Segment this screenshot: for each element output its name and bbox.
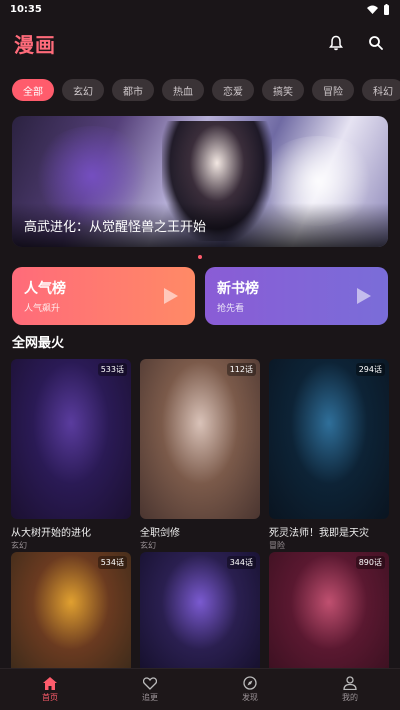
comic-title: 全职剑修	[140, 528, 180, 539]
tab-label: 首页	[42, 692, 58, 702]
comic-title: 从大树开始的进化	[11, 528, 91, 539]
featured-banner[interactable]: 高武进化：从觉醒怪兽之王开始	[12, 116, 388, 247]
app-title: 漫画	[14, 32, 56, 57]
chip-lianai[interactable]: 恋爱	[212, 79, 254, 101]
carousel-indicator	[0, 247, 400, 267]
chip-rexue[interactable]: 热血	[162, 79, 204, 101]
rank-title: 人气榜	[24, 281, 66, 297]
comic-card[interactable]: 533话 从大树开始的进化 玄幻	[11, 359, 131, 552]
chapter-count-badge: 890话	[355, 556, 385, 569]
status-icons	[367, 3, 390, 15]
status-bar: 10:35	[0, 0, 400, 18]
app-header: 漫画	[0, 18, 400, 68]
popular-ranking-card[interactable]: 人气榜 人气飙升	[12, 267, 195, 325]
carousel-dot[interactable]	[198, 255, 202, 259]
search-icon[interactable]	[366, 33, 386, 53]
play-icon	[164, 288, 178, 304]
bottom-tab-bar: 首页 追更 发现 我的	[0, 668, 400, 710]
tab-label: 追更	[142, 692, 158, 702]
tab-home[interactable]: 首页	[0, 669, 100, 710]
chapter-count-badge: 533话	[97, 363, 127, 376]
status-time: 10:35	[10, 3, 42, 15]
new-ranking-card[interactable]: 新书榜 抢先看	[205, 267, 388, 325]
play-icon	[357, 288, 371, 304]
comic-genre: 冒险	[269, 541, 285, 550]
chapter-count-badge: 344话	[226, 556, 256, 569]
comic-card[interactable]: 294话 死灵法师！我即是天灾 冒险	[269, 359, 389, 552]
chip-all[interactable]: 全部	[12, 79, 54, 101]
rank-title: 新书榜	[217, 281, 259, 297]
chip-xuanhuan[interactable]: 玄幻	[62, 79, 104, 101]
banner-caption: 高武进化：从觉醒怪兽之王开始	[12, 203, 388, 247]
tab-label: 我的	[342, 693, 358, 702]
user-icon	[343, 676, 357, 690]
rank-subtitle: 抢先看	[217, 304, 245, 314]
comic-card[interactable]: 534话	[11, 552, 131, 677]
comic-cover: 534话	[11, 552, 131, 677]
comic-card[interactable]: 344话	[140, 552, 260, 677]
tab-discover[interactable]: 发现	[200, 669, 300, 710]
compass-icon	[243, 676, 257, 690]
rank-subtitle: 人气飙升	[24, 304, 61, 314]
comic-cover: 533话	[11, 359, 131, 519]
comic-cover: 890话	[269, 552, 389, 677]
comic-cover: 344话	[140, 552, 260, 677]
banner-title: 高武进化：从觉醒怪兽之王开始	[24, 219, 207, 235]
comic-grid: 533话 从大树开始的进化 玄幻 112话 全职剑修 玄幻 294话 死灵法师！…	[0, 359, 400, 677]
notification-bell-icon[interactable]	[326, 33, 346, 53]
comic-cover: 112话	[140, 359, 260, 519]
chapter-count-badge: 112话	[226, 363, 256, 376]
chip-maoxian[interactable]: 冒险	[312, 79, 354, 101]
comic-cover: 294话	[269, 359, 389, 519]
category-chips: 全部 玄幻 都市 热血 恋爱 搞笑 冒险 科幻 悬疑	[0, 72, 400, 108]
comic-card[interactable]: 112话 全职剑修 玄幻	[140, 359, 260, 552]
tab-label: 发现	[242, 693, 258, 702]
tab-follow[interactable]: 追更	[100, 669, 200, 710]
chapter-count-badge: 534话	[97, 556, 127, 569]
section-title: 全网最火	[12, 336, 65, 351]
chip-dushi[interactable]: 都市	[112, 79, 154, 101]
ranking-row: 人气榜 人气飙升 新书榜 抢先看	[0, 267, 400, 325]
chip-gaoxiao[interactable]: 搞笑	[262, 79, 304, 101]
comic-genre: 玄幻	[11, 541, 27, 550]
chapter-count-badge: 294话	[355, 363, 385, 376]
home-icon	[43, 676, 57, 690]
battery-icon	[384, 3, 389, 15]
comic-title: 死灵法师！我即是天灾	[269, 528, 369, 539]
wifi-icon	[367, 5, 378, 14]
comic-card[interactable]: 890话	[269, 552, 389, 677]
heart-icon	[143, 676, 157, 690]
tab-profile[interactable]: 我的	[300, 669, 400, 710]
comic-genre: 玄幻	[140, 541, 156, 550]
chip-kehuan[interactable]: 科幻	[362, 79, 400, 101]
